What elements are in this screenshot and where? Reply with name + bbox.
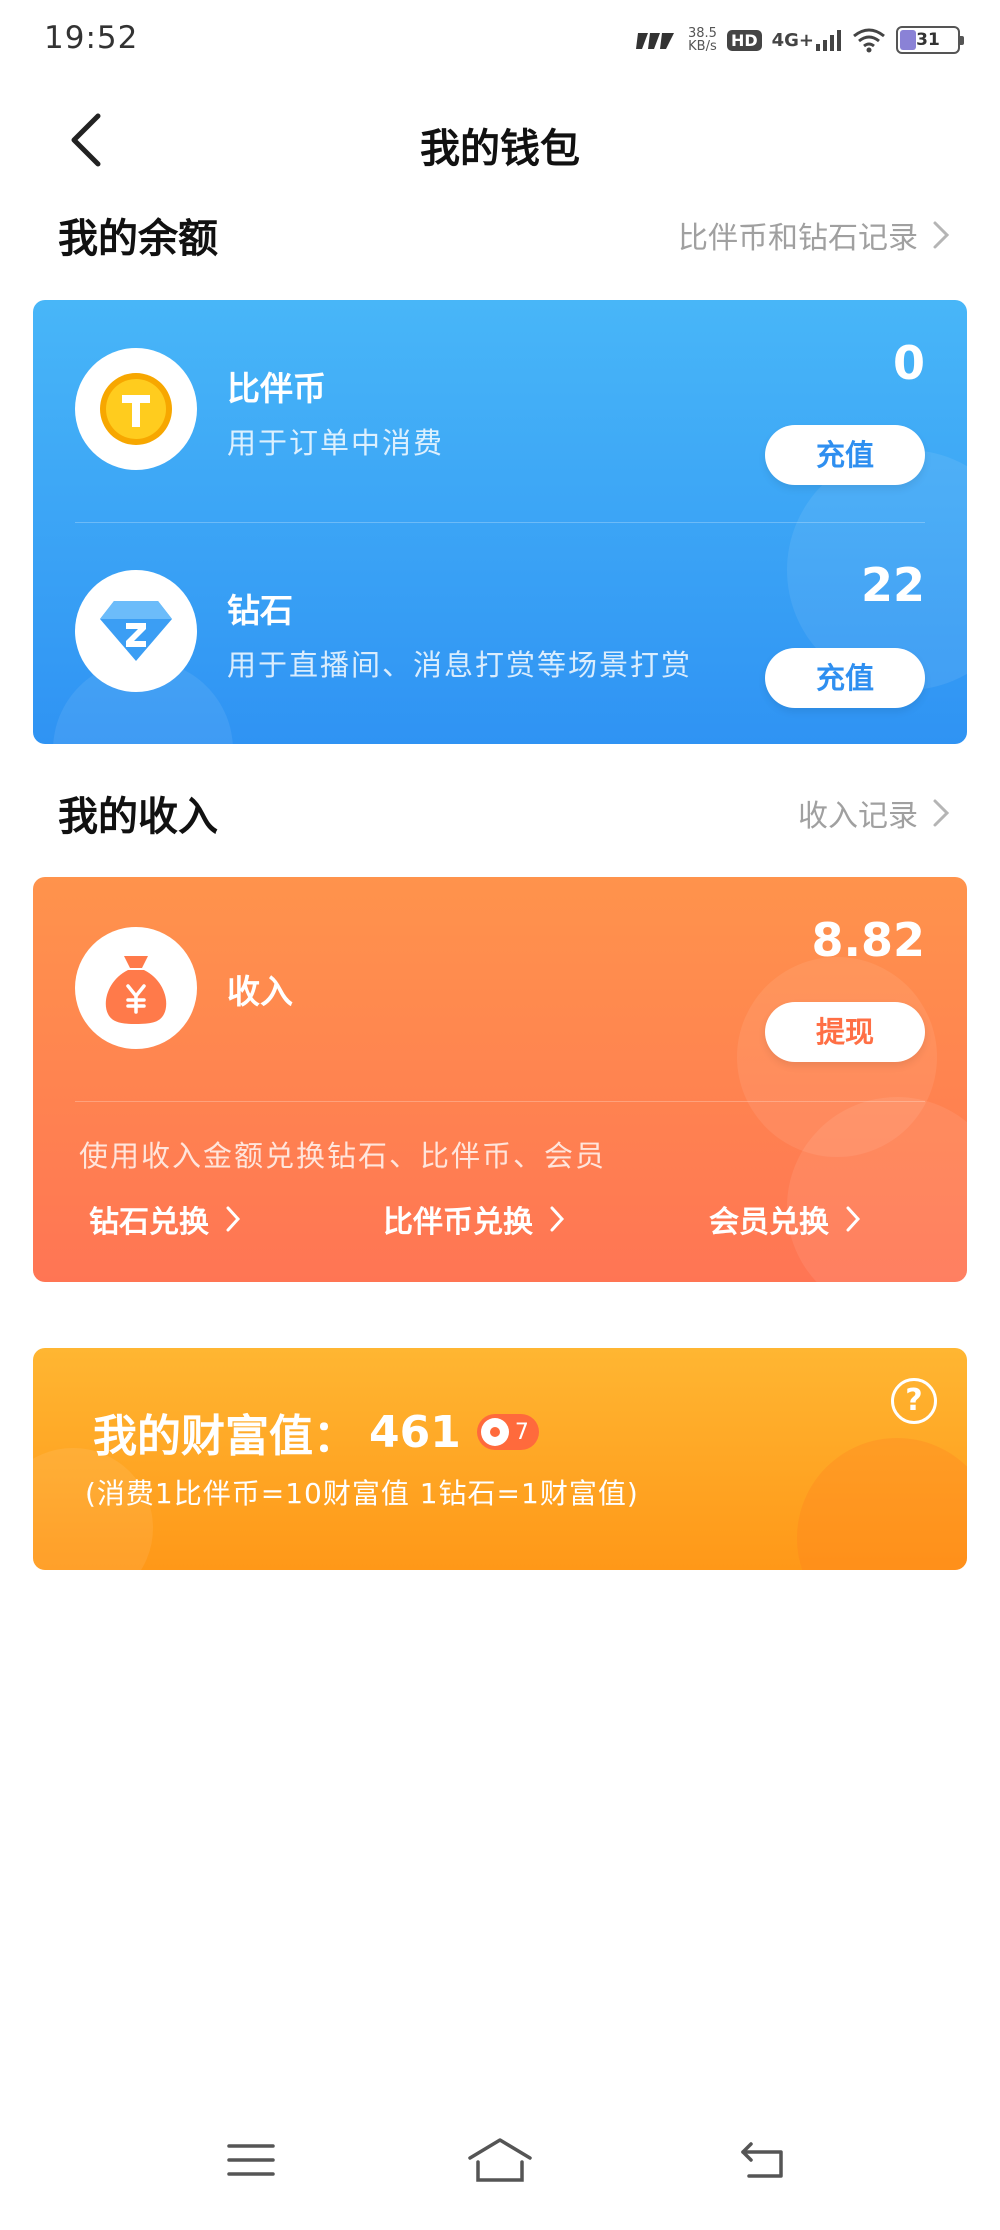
coin-amount: 0 — [892, 336, 925, 390]
money-bag-icon — [105, 956, 167, 1024]
coin-recharge-button[interactable]: 充值 — [765, 425, 925, 485]
cell-signal-icon: 4G+ — [772, 29, 842, 51]
help-icon[interactable]: ? — [891, 1378, 937, 1424]
system-navbar — [0, 2100, 1000, 2230]
coin-exchange-link[interactable]: 比伴币兑换 — [383, 1197, 565, 1241]
chevron-right-icon — [550, 1206, 565, 1232]
card-decoration — [797, 1438, 967, 1570]
back-icon — [741, 2142, 783, 2178]
chevron-right-icon — [846, 1206, 861, 1232]
diamond-exchange-link[interactable]: 钻石兑换 — [89, 1197, 241, 1241]
chevron-right-icon — [933, 221, 950, 249]
header: 我的钱包 — [0, 90, 1000, 190]
diamond-row: 钻石 用于直播间、消息打赏等场景打赏 22 充值 — [33, 522, 967, 722]
coin-row: 比伴币 用于订单中消费 0 充值 — [33, 300, 967, 500]
menu-button[interactable] — [216, 2130, 286, 2190]
balance-records-label: 比伴币和钻石记录 — [678, 221, 918, 256]
income-section-title: 我的收入 — [58, 794, 218, 840]
diamond-desc: 用于直播间、消息打赏等场景打赏 — [227, 648, 693, 682]
money-bag-icon-circle — [75, 927, 197, 1049]
coin-name: 比伴币 — [227, 369, 326, 408]
status-time: 19:52 — [44, 20, 139, 56]
battery-icon: 31 — [896, 26, 964, 54]
wealth-value: 461 — [369, 1406, 461, 1458]
status-bar: 19:52 38.5 KB/s HD 4G+ 31 — [0, 0, 1000, 80]
balance-section-header: 我的余额 比伴币和钻石记录 — [58, 205, 950, 265]
coin-icon-circle — [75, 348, 197, 470]
diamond-recharge-button[interactable]: 充值 — [765, 648, 925, 708]
carrier-signal-icon — [635, 33, 674, 49]
card-divider — [75, 1101, 925, 1102]
network-speed-unit: KB/s — [688, 39, 717, 54]
coin-desc: 用于订单中消费 — [227, 426, 445, 460]
income-records-label: 收入记录 — [798, 799, 918, 834]
network-type: 4G+ — [771, 30, 814, 51]
diamond-name: 钻石 — [227, 591, 293, 630]
signal-bars-icon — [816, 30, 841, 51]
wifi-icon — [853, 28, 885, 53]
hd-badge: HD — [726, 29, 762, 51]
wealth-level-badge: 7 — [476, 1414, 539, 1450]
wealth-note: (消费1比伴币=10财富值 1钻石=1财富值) — [85, 1477, 639, 1510]
diamond-icon — [100, 601, 172, 661]
member-exchange-link[interactable]: 会员兑换 — [709, 1197, 861, 1241]
home-button[interactable] — [465, 2130, 535, 2190]
wealth-title: 我的财富值： 461 7 — [93, 1400, 539, 1464]
balance-section-title: 我的余额 — [58, 216, 218, 262]
income-section-header: 我的收入 收入记录 — [58, 783, 950, 843]
battery-level: 31 — [916, 30, 940, 50]
chevron-right-icon — [933, 799, 950, 827]
coin-exchange-label: 比伴币兑换 — [383, 1205, 533, 1240]
withdraw-button[interactable]: 提现 — [765, 1002, 925, 1062]
diamond-icon-circle — [75, 570, 197, 692]
status-icons: 38.5 KB/s HD 4G+ 31 — [634, 20, 964, 60]
system-back-button[interactable] — [728, 2130, 798, 2190]
diamond-exchange-label: 钻石兑换 — [89, 1205, 209, 1240]
page-title: 我的钱包 — [420, 126, 580, 172]
income-card: 收入 8.82 提现 使用收入金额兑换钻石、比伴币、会员 钻石兑换 比伴币兑换 … — [33, 877, 967, 1282]
home-icon — [468, 2138, 532, 2182]
chevron-right-icon — [226, 1206, 241, 1232]
coin-icon — [100, 373, 172, 445]
income-note: 使用收入金额兑换钻石、比伴币、会员 — [79, 1139, 607, 1173]
network-speed: 38.5 KB/s — [688, 27, 717, 53]
wealth-card[interactable]: 我的财富值： 461 7 (消费1比伴币=10财富值 1钻石=1财富值) ? — [33, 1348, 967, 1570]
level-icon — [480, 1418, 509, 1446]
member-exchange-label: 会员兑换 — [709, 1205, 829, 1240]
diamond-amount: 22 — [860, 558, 925, 612]
income-amount: 8.82 — [811, 913, 926, 967]
balance-records-link[interactable]: 比伴币和钻石记录 — [678, 213, 950, 257]
balance-card: 比伴币 用于订单中消费 0 充值 钻石 用于直播间、消息打赏等场景打赏 22 充… — [33, 300, 967, 744]
income-records-link[interactable]: 收入记录 — [798, 791, 950, 835]
wealth-label: 我的财富值： — [93, 1411, 357, 1462]
menu-icon — [227, 2144, 275, 2176]
income-name: 收入 — [227, 972, 293, 1011]
wealth-level: 7 — [514, 1419, 529, 1445]
